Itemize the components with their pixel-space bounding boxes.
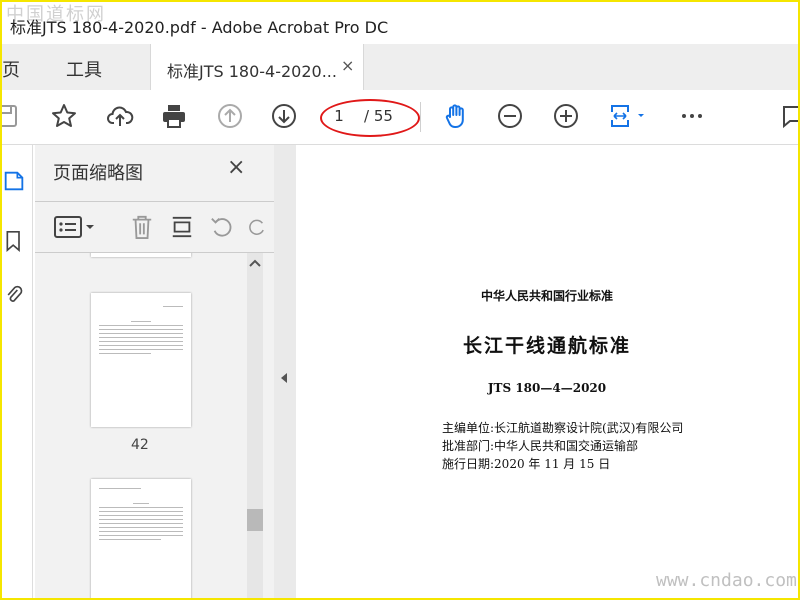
navigation-rail	[2, 145, 33, 598]
extract-page-icon[interactable]	[167, 212, 197, 242]
hand-icon[interactable]	[438, 98, 474, 134]
tab-document[interactable]: 标准JTS 180-4-2020... ×	[150, 44, 364, 90]
document-page: 中华人民共和国行业标准 长江干线通航标准 JTS 180—4—2020 主编单位…	[296, 145, 798, 598]
cloud-upload-icon[interactable]	[102, 98, 138, 134]
rotate-icon[interactable]	[207, 212, 237, 242]
tab-bar: 主页 工具 标准JTS 180-4-2020... ×	[2, 44, 798, 91]
page-down-icon[interactable]	[266, 98, 302, 134]
document-editor: 主编单位:长江航道勘察设计院(武汉)有限公司	[442, 421, 684, 435]
zoom-in-icon[interactable]	[548, 98, 584, 134]
title-bar: 中国道标网 标准JTS 180-4-2020.pdf - Adobe Acrob…	[2, 2, 798, 44]
thumbnail-page-number: 42	[131, 437, 149, 453]
star-icon[interactable]	[46, 98, 82, 134]
thumbnail-list: 42	[35, 253, 245, 598]
more-icon[interactable]	[674, 98, 710, 134]
close-icon[interactable]: ×	[227, 155, 245, 180]
thumbnail-page[interactable]	[91, 479, 191, 598]
thumbnails-panel: 页面缩略图 × 42	[35, 145, 274, 598]
tab-tools[interactable]: 工具	[66, 56, 102, 82]
document-title: 长江干线通航标准	[462, 335, 631, 357]
close-icon[interactable]: ×	[341, 56, 354, 75]
scrollbar-thumb[interactable]	[247, 509, 263, 531]
zoom-out-icon[interactable]	[492, 98, 528, 134]
fit-page-icon[interactable]	[606, 98, 650, 134]
thumbnail-page[interactable]	[91, 253, 191, 257]
watermark-bottom: www.cndao.com	[656, 570, 797, 591]
toolbar-divider	[420, 102, 421, 132]
window-title: 标准JTS 180-4-2020.pdf - Adobe Acrobat Pro…	[10, 18, 389, 37]
page-up-icon[interactable]	[212, 98, 248, 134]
attachment-icon[interactable]	[2, 281, 26, 309]
save-icon[interactable]	[2, 98, 24, 134]
tab-home[interactable]: 主页	[2, 56, 20, 82]
thumbnail-scrollbar[interactable]	[247, 253, 263, 598]
chevron-up-icon[interactable]	[248, 257, 262, 271]
panel-title: 页面缩略图	[53, 163, 143, 184]
trash-icon[interactable]	[127, 212, 157, 242]
options-menu-icon[interactable]	[53, 212, 99, 242]
panel-splitter[interactable]	[274, 145, 296, 598]
bookmark-icon[interactable]	[2, 227, 26, 255]
document-effective-date: 施行日期:2020 年 11 月 15 日	[442, 457, 611, 471]
document-code: JTS 180—4—2020	[487, 381, 607, 395]
document-approver: 批准部门:中华人民共和国交通运输部	[442, 439, 639, 453]
annotation-circle	[320, 99, 420, 137]
document-header: 中华人民共和国行业标准	[480, 289, 613, 303]
panel-toolbar	[35, 201, 274, 253]
rotate-clockwise-icon[interactable]	[247, 212, 267, 242]
thumbnail-page[interactable]	[91, 293, 191, 427]
tab-document-label: 标准JTS 180-4-2020...	[167, 62, 337, 81]
comment-icon[interactable]	[774, 98, 798, 134]
window-frame: 中国道标网 标准JTS 180-4-2020.pdf - Adobe Acrob…	[0, 0, 800, 600]
collapse-panel-icon[interactable]	[279, 371, 289, 388]
print-icon[interactable]	[156, 98, 192, 134]
page-thumbnails-icon[interactable]	[2, 167, 26, 195]
